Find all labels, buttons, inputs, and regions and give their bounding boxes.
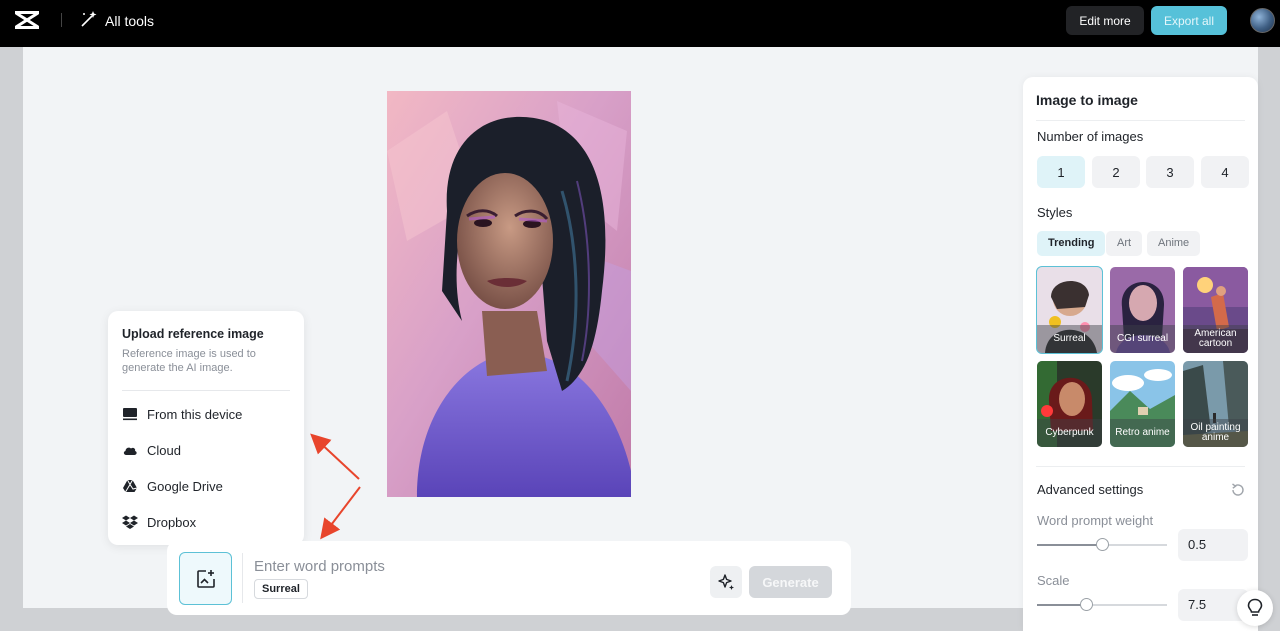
lightbulb-icon — [1247, 598, 1263, 616]
help-button[interactable] — [1237, 590, 1273, 626]
prompt-bar: Surreal Generate — [167, 541, 851, 615]
upload-from-google-drive[interactable]: Google Drive — [122, 473, 292, 499]
dropbox-icon — [122, 515, 138, 529]
cloud-icon — [123, 447, 137, 455]
style-card-cgi-surreal[interactable]: CGI surreal — [1110, 267, 1175, 353]
word-weight-label: Word prompt weight — [1037, 513, 1154, 528]
enhance-prompt-button[interactable] — [710, 566, 742, 598]
scale-label: Scale — [1037, 573, 1070, 588]
tab-anime[interactable]: Anime — [1147, 231, 1201, 256]
google-drive-icon — [123, 479, 138, 493]
upload-item-label: Dropbox — [147, 514, 197, 530]
slider-fill — [1037, 604, 1087, 606]
panel-title: Image to image — [1036, 92, 1138, 108]
number-option-3[interactable]: 3 — [1146, 156, 1194, 188]
number-option-4[interactable]: 4 — [1201, 156, 1249, 188]
slider-thumb[interactable] — [1096, 538, 1109, 551]
style-label: Surreal — [1037, 325, 1102, 353]
upload-reference-button[interactable] — [179, 552, 232, 605]
tab-art[interactable]: Art — [1106, 231, 1143, 256]
advanced-settings-label[interactable]: Advanced settings — [1037, 482, 1143, 497]
word-weight-value[interactable]: 0.5 — [1178, 529, 1248, 561]
prompt-input[interactable] — [254, 555, 674, 577]
style-label: Cyberpunk — [1037, 419, 1102, 447]
upload-from-device[interactable]: From this device — [122, 401, 292, 427]
prompt-divider — [242, 553, 243, 603]
style-label: Oil painting anime — [1183, 419, 1248, 447]
number-option-2[interactable]: 2 — [1092, 156, 1140, 188]
style-card-cyberpunk[interactable]: Cyberpunk — [1037, 361, 1102, 447]
style-chip[interactable]: Surreal — [254, 579, 308, 599]
number-option-1[interactable]: 1 — [1037, 156, 1085, 188]
top-divider — [61, 13, 62, 27]
avatar[interactable] — [1250, 8, 1275, 33]
generated-image[interactable] — [387, 91, 631, 497]
upload-description: Reference image is used to generate the … — [122, 348, 256, 374]
upload-item-label: Google Drive — [147, 478, 223, 494]
upload-from-dropbox[interactable]: Dropbox — [122, 509, 292, 535]
style-card-retro-anime[interactable]: Retro anime — [1110, 361, 1175, 447]
style-label: CGI surreal — [1110, 325, 1175, 353]
reset-icon[interactable] — [1230, 482, 1246, 498]
settings-panel: Image to image Number of images 1 2 3 4 … — [1023, 77, 1258, 631]
upload-from-cloud[interactable]: Cloud — [122, 437, 292, 463]
panel-divider — [1036, 120, 1245, 121]
upload-item-label: Cloud — [147, 442, 181, 458]
upload-divider — [122, 390, 290, 391]
top-bar: All tools Edit more Export all — [0, 0, 1280, 47]
upload-title: Upload reference image — [122, 327, 264, 341]
style-label: Retro anime — [1110, 419, 1175, 447]
slider-thumb[interactable] — [1080, 598, 1094, 611]
add-image-icon — [196, 569, 215, 588]
monitor-icon — [123, 408, 137, 421]
magic-wand-icon[interactable] — [80, 10, 98, 28]
tab-trending[interactable]: Trending — [1037, 231, 1106, 256]
upload-item-label: From this device — [147, 406, 243, 422]
scale-slider[interactable] — [1037, 598, 1167, 611]
sparkle-icon — [718, 574, 734, 590]
upload-reference-popover: Upload reference image Reference image i… — [108, 311, 304, 545]
style-label: American cartoon — [1183, 325, 1248, 353]
number-of-images-label: Number of images — [1037, 129, 1144, 144]
panel-divider — [1036, 466, 1245, 467]
export-all-button[interactable]: Export all — [1151, 6, 1227, 35]
style-card-american-cartoon[interactable]: American cartoon — [1183, 267, 1248, 353]
style-card-surreal[interactable]: Surreal — [1036, 266, 1103, 354]
styles-label: Styles — [1037, 205, 1073, 220]
word-weight-slider[interactable] — [1037, 538, 1167, 551]
edit-more-button[interactable]: Edit more — [1066, 6, 1144, 35]
slider-fill — [1037, 544, 1102, 546]
capcut-logo-icon[interactable] — [14, 9, 40, 31]
generate-button[interactable]: Generate — [749, 566, 832, 598]
all-tools-link[interactable]: All tools — [105, 13, 154, 29]
style-card-oil-painting-anime[interactable]: Oil painting anime — [1183, 361, 1248, 447]
